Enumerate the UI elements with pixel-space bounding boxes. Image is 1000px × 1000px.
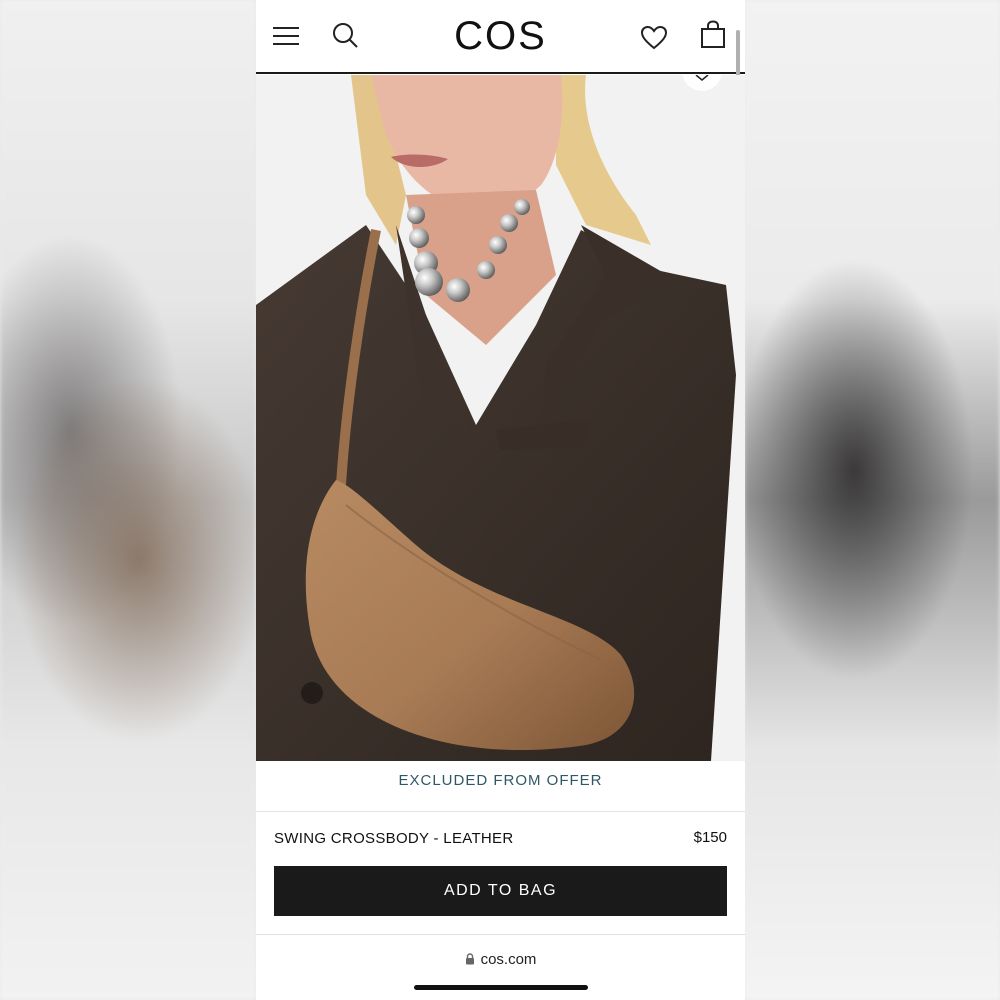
shopping-bag-icon[interactable]	[700, 20, 726, 50]
blurred-background-left	[0, 0, 256, 1000]
cos-logo[interactable]: COS	[256, 14, 745, 59]
add-to-bag-button[interactable]: ADD TO BAG	[274, 866, 727, 916]
product-name: SWING CROSSBODY - LEATHER	[274, 830, 514, 847]
blazer-button	[301, 682, 323, 704]
top-navigation-bar: COS	[256, 0, 745, 74]
home-indicator[interactable]	[414, 985, 588, 990]
blurred-background-right	[744, 0, 1000, 1000]
product-price: $150	[693, 829, 727, 846]
browser-address-bar[interactable]: cos.com	[256, 934, 745, 1000]
hero-illustration	[256, 75, 745, 761]
offer-notice: EXCLUDED FROM OFFER	[256, 762, 745, 812]
phone-screen: COS EXCLUDED FROM OFFER SWING CROSSBODY …	[256, 0, 745, 1000]
heart-icon[interactable]	[640, 24, 668, 52]
lock-icon	[465, 953, 474, 965]
url-display[interactable]: cos.com	[256, 951, 745, 968]
url-text: cos.com	[480, 951, 537, 968]
product-hero-image	[256, 75, 745, 761]
